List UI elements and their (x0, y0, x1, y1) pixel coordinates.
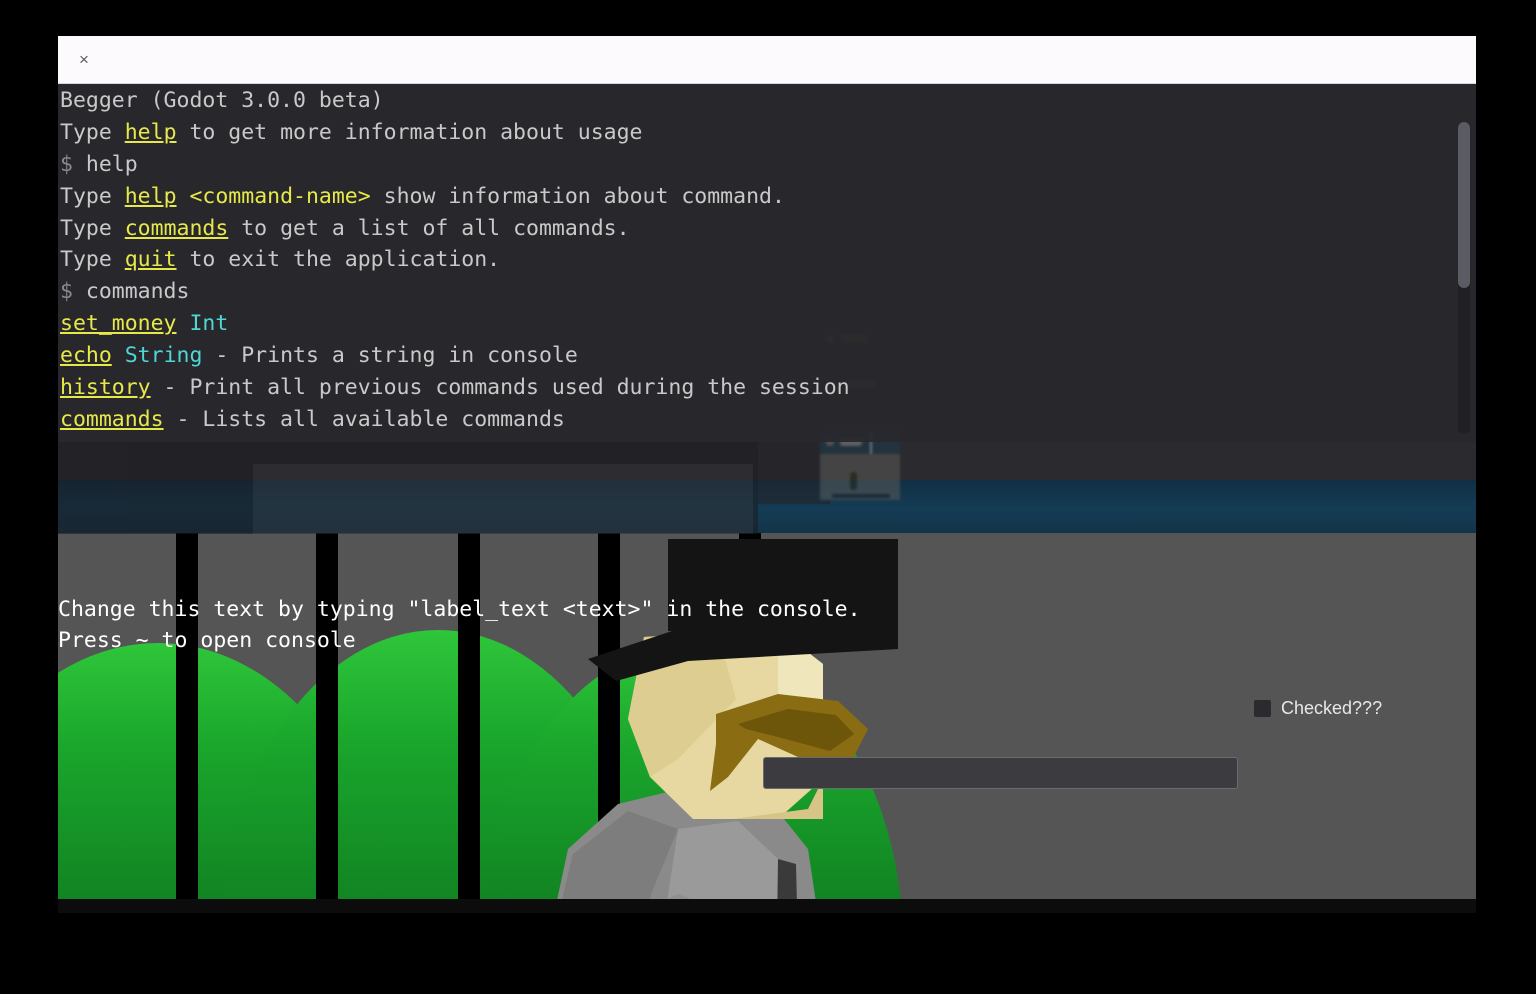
console-line: Begger (Godot 3.0.0 beta) (60, 85, 1476, 117)
console-text: Type (60, 183, 125, 209)
console-line: $ commands (60, 276, 1476, 308)
close-icon[interactable]: × (70, 46, 98, 74)
console-line: history - Print all previous commands us… (60, 372, 1476, 404)
console-text: commands (72, 279, 190, 305)
console-line: Type commands to get a list of all comma… (60, 213, 1476, 245)
console-keyword: history (60, 375, 151, 401)
console-text: help (72, 151, 138, 177)
console-keyword: quit (124, 247, 177, 273)
jail-bar (316, 533, 338, 913)
console-line: Type quit to exit the application. (60, 244, 1476, 276)
checkbox-label: Checked??? (1281, 698, 1383, 718)
console-text: - Print all previous commands used durin… (150, 375, 850, 401)
console-text: show information about command. (370, 183, 785, 209)
console-text: to get a list of all commands. (228, 215, 630, 241)
console-line: set_money Int (60, 308, 1476, 340)
console-keyword: help (124, 119, 177, 145)
console-text: to exit the application. (176, 247, 501, 273)
console-text: Begger (Godot 3.0.0 beta) (60, 88, 384, 113)
application-window: × Change this text by typing "label_text… (58, 36, 1476, 913)
beggar-character-sprite (478, 529, 898, 913)
console-keyword: <command-name> (189, 183, 371, 209)
console-type: Int (189, 311, 229, 337)
console-line: Type help <command-name> show informatio… (60, 181, 1476, 213)
title-bar: × (58, 36, 1476, 84)
console-text: - Prints a string in console (202, 343, 578, 369)
console-keyword: help (124, 183, 177, 209)
game-viewport[interactable]: Change this text by typing "label_text <… (58, 84, 1476, 913)
console-text: - Lists all available commands (163, 406, 565, 432)
console-text: Type (60, 119, 125, 145)
horizon-band (58, 480, 1476, 533)
hud-instruction-line-1: Change this text by typing "label_text <… (58, 597, 861, 622)
jail-bar (176, 533, 198, 913)
hud-instruction-line-2: Press ~ to open console (58, 628, 356, 653)
console-type: String (124, 343, 203, 369)
console-line: Type help to get more information about … (60, 117, 1476, 149)
console-scrollbar-track[interactable] (1458, 122, 1470, 434)
console-prompt: $ (60, 151, 73, 177)
jail-bar (458, 533, 480, 913)
console-text: Type (60, 247, 125, 273)
text-input-field[interactable] (763, 757, 1238, 789)
console-keyword: echo (60, 343, 112, 369)
console-keyword: set_money (60, 311, 177, 337)
console-text: to get more information about usage (176, 119, 643, 145)
console-prompt: $ (60, 279, 73, 305)
console-line: commands - Lists all available commands (60, 404, 1476, 436)
console-line: echo String - Prints a string in console (60, 340, 1476, 372)
checked-checkbox[interactable] (1254, 700, 1271, 717)
console-text: Type (60, 215, 125, 241)
in-game-console-panel[interactable]: Begger (Godot 3.0.0 beta) Type help to ge… (58, 84, 1476, 442)
checkbox-row[interactable]: Checked??? (1254, 698, 1382, 719)
console-scrollbar-thumb[interactable] (1458, 122, 1470, 288)
screen: × Change this text by typing "label_text… (0, 0, 1536, 994)
console-keyword: commands (60, 406, 164, 432)
console-output: Begger (Godot 3.0.0 beta) Type help to ge… (60, 85, 1476, 436)
console-keyword: commands (124, 215, 229, 241)
console-line: $ help (60, 149, 1476, 181)
ground-floor-strip (58, 899, 1476, 913)
ground-right (903, 533, 1476, 913)
